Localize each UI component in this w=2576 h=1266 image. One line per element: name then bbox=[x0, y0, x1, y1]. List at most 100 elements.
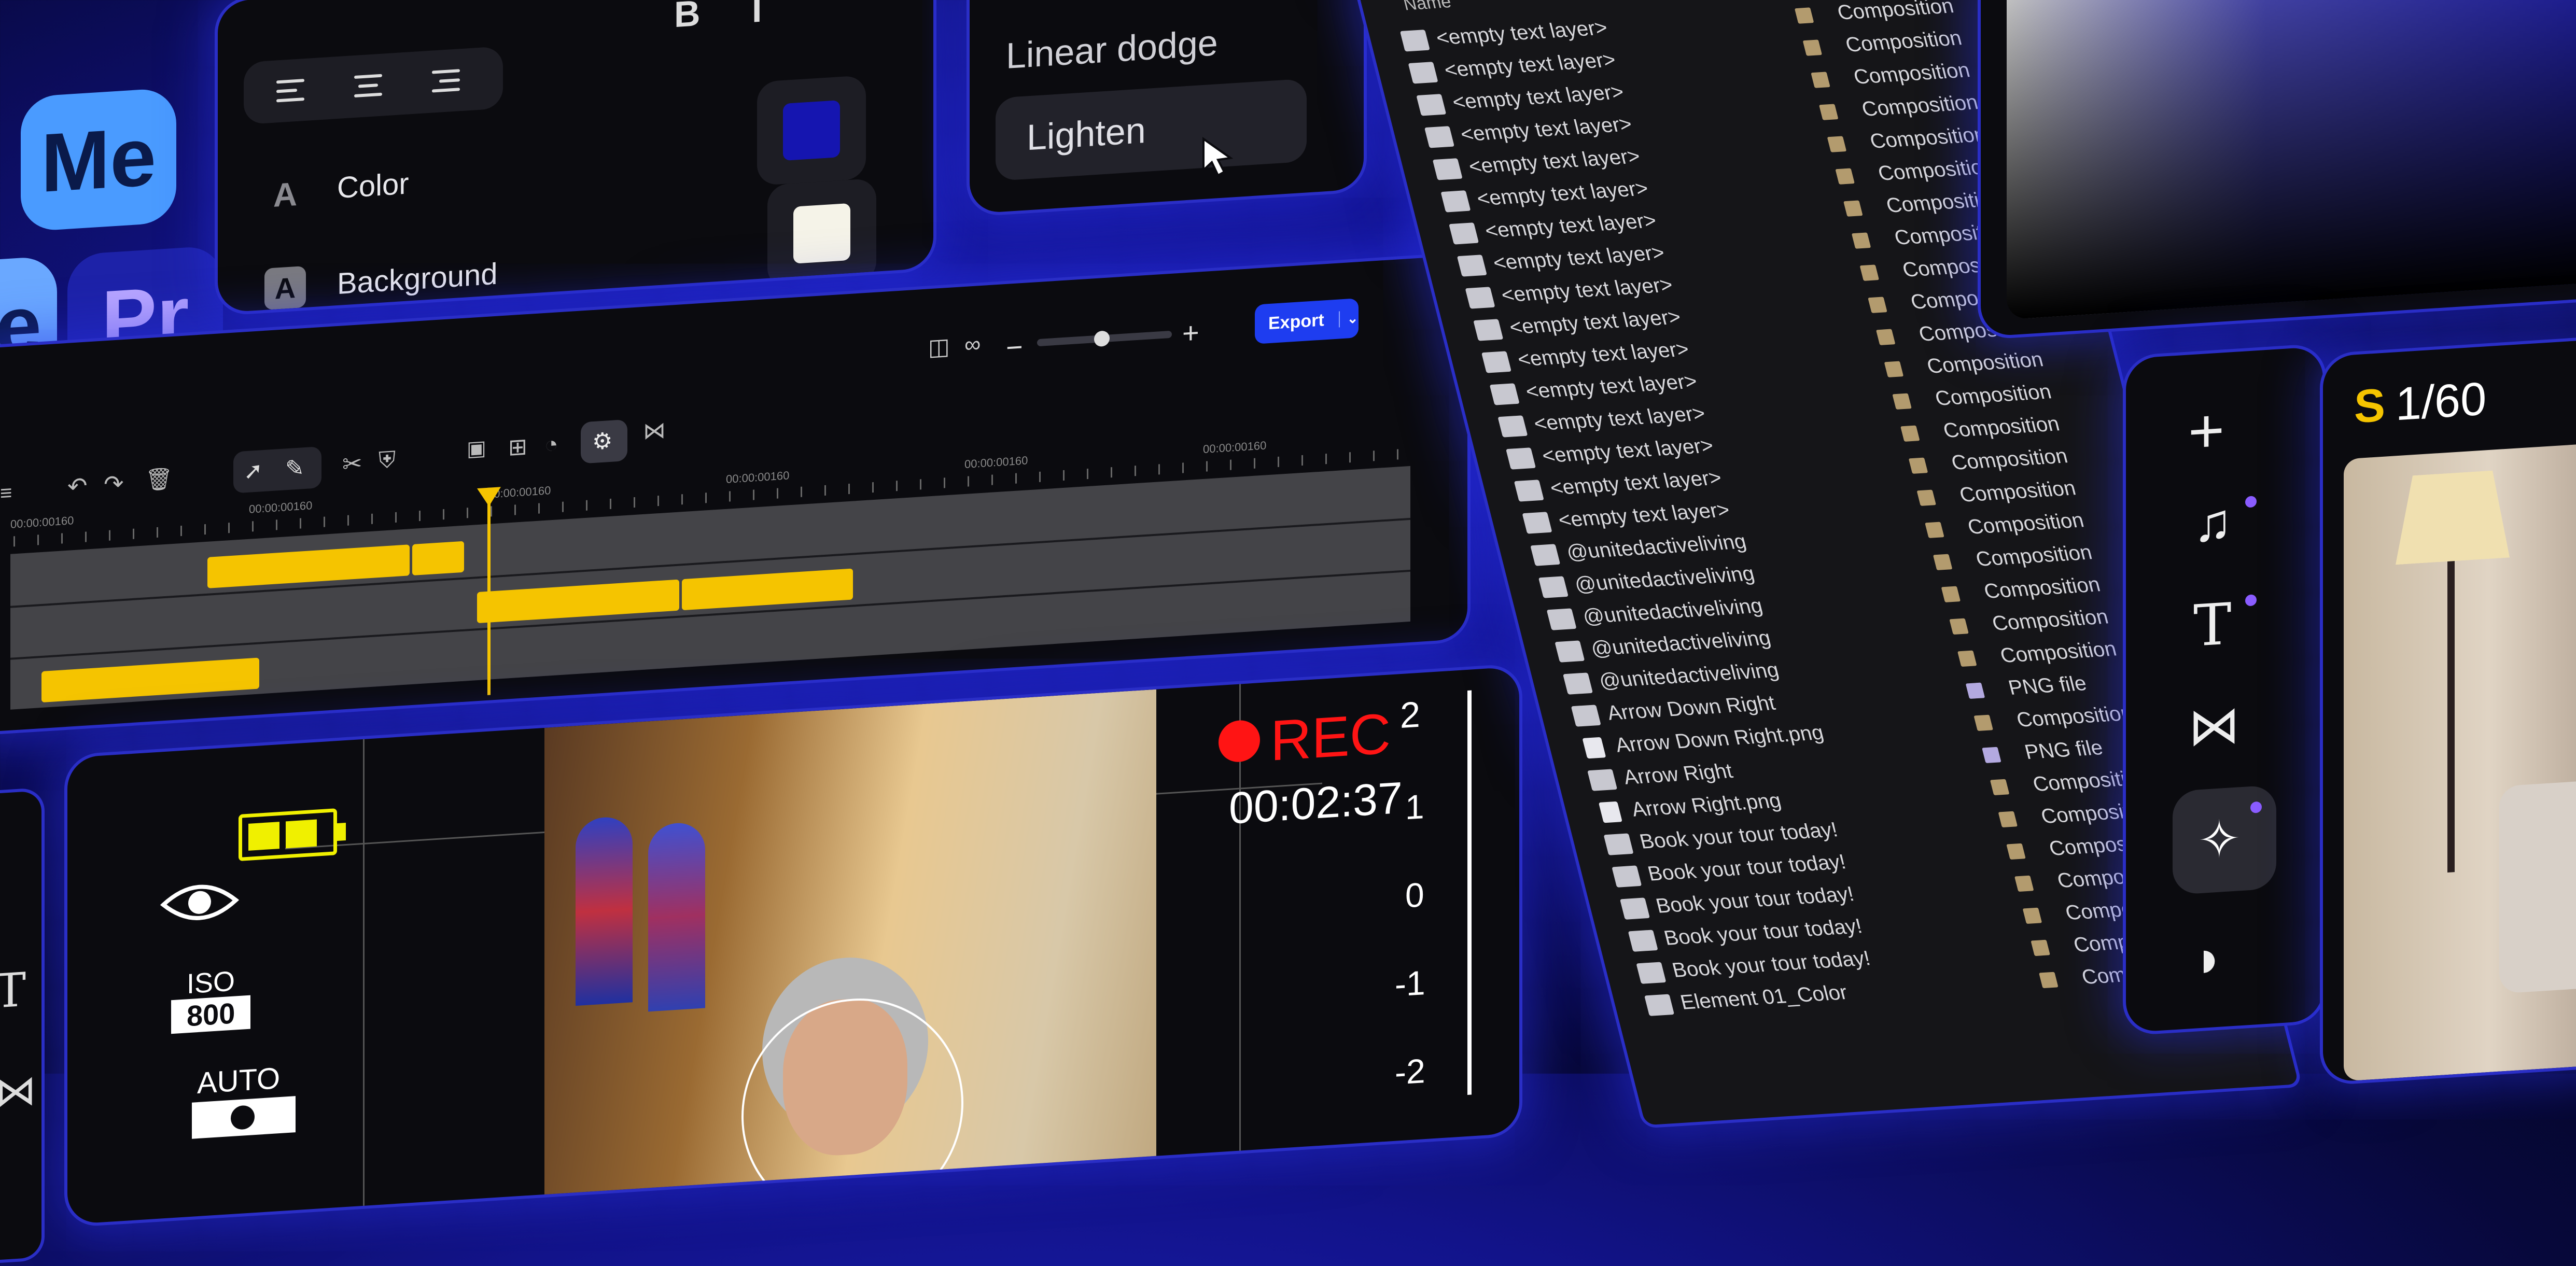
row-label-color[interactable] bbox=[1802, 39, 1823, 56]
row-thumbnail-icon bbox=[1644, 994, 1675, 1016]
export-button[interactable]: Export ⌄ bbox=[1255, 298, 1359, 344]
row-label-color[interactable] bbox=[1998, 811, 2018, 828]
zoom-out-icon[interactable]: − bbox=[1006, 330, 1023, 364]
color-gradient-field[interactable] bbox=[2007, 0, 2576, 320]
transition-tool-icon[interactable]: ⋈ bbox=[2188, 694, 2240, 757]
row-label-color[interactable] bbox=[1973, 714, 1993, 732]
shield-icon[interactable]: ⛨ bbox=[379, 447, 396, 474]
row-label-color[interactable] bbox=[1835, 168, 1855, 185]
razor-tool-icon[interactable]: ✎ bbox=[285, 455, 304, 482]
color-picker-panel bbox=[1981, 0, 2576, 337]
speed-icon[interactable]: ◔ bbox=[544, 431, 558, 458]
row-label-color[interactable] bbox=[1908, 457, 1928, 474]
snap-icon[interactable]: ◫ bbox=[928, 333, 950, 361]
media-encoder-app-icon[interactable]: Me bbox=[21, 87, 176, 232]
transition-icon[interactable]: ⋈ bbox=[643, 417, 666, 445]
undo-icon[interactable]: ↶ bbox=[67, 471, 88, 500]
row-label-color[interactable] bbox=[1957, 650, 1977, 667]
link-icon[interactable]: ∞ bbox=[964, 331, 981, 358]
clip-1b[interactable] bbox=[412, 541, 464, 575]
align-left-icon[interactable] bbox=[275, 74, 306, 107]
row-label-color[interactable] bbox=[1892, 393, 1912, 410]
row-thumbnail-icon bbox=[1399, 30, 1430, 52]
row-type: Composition bbox=[1965, 509, 2087, 539]
effects-tool-button[interactable]: ✧ bbox=[2173, 784, 2276, 895]
clip-2a[interactable] bbox=[477, 579, 679, 624]
row-label-color[interactable] bbox=[1900, 425, 1920, 442]
background-swatch-frame[interactable] bbox=[767, 178, 876, 289]
left-text-tool-icon[interactable]: T bbox=[0, 963, 26, 1019]
playhead-handle[interactable] bbox=[477, 487, 501, 508]
clip-3a[interactable] bbox=[41, 657, 259, 702]
row-label-color[interactable] bbox=[1949, 618, 1969, 635]
row-type: Composition bbox=[1949, 444, 2070, 474]
zoom-slider[interactable] bbox=[1037, 330, 1172, 347]
background-swatch bbox=[793, 203, 850, 264]
row-label-color[interactable] bbox=[2022, 907, 2042, 924]
row-label-color[interactable] bbox=[1916, 489, 1936, 506]
row-label-color[interactable] bbox=[1990, 779, 2010, 796]
row-label-color[interactable] bbox=[2014, 875, 2034, 892]
row-label-color[interactable] bbox=[1819, 104, 1839, 120]
battery-cap bbox=[335, 823, 346, 841]
music-icon[interactable]: ♫ bbox=[2193, 492, 2232, 554]
mode-indicator[interactable] bbox=[192, 1096, 296, 1139]
row-label-color[interactable] bbox=[1933, 554, 1953, 570]
row-label-color[interactable] bbox=[1851, 232, 1871, 249]
align-center-icon[interactable] bbox=[353, 69, 384, 102]
align-right-icon[interactable] bbox=[430, 64, 461, 97]
row-label-color[interactable] bbox=[1827, 136, 1847, 152]
battery-cell-1 bbox=[248, 822, 279, 851]
delete-icon[interactable]: 🗑 bbox=[145, 466, 173, 493]
cut-icon[interactable]: ✂ bbox=[342, 449, 362, 478]
row-label-color[interactable] bbox=[2031, 939, 2050, 956]
zoom-slider-knob[interactable] bbox=[1094, 330, 1110, 347]
redo-icon[interactable]: ↷ bbox=[104, 469, 124, 498]
row-type: Composition bbox=[1933, 380, 2054, 410]
row-name: <empty text layer> bbox=[1433, 16, 1610, 50]
background-color-icon: A bbox=[264, 265, 306, 310]
row-label-color[interactable] bbox=[1965, 682, 1985, 699]
project-list: <empty text layer> Composition <empty text… bbox=[1398, 0, 2200, 1016]
bold-italic-letters[interactable]: B I bbox=[674, 0, 782, 35]
row-label-color[interactable] bbox=[2039, 972, 2059, 989]
left-transition-icon[interactable]: ⋈ bbox=[0, 1066, 36, 1117]
iso-value[interactable]: 800 bbox=[171, 995, 251, 1034]
sofa bbox=[2499, 770, 2576, 994]
eye-icon[interactable] bbox=[160, 877, 240, 928]
iso-label: ISO bbox=[187, 965, 235, 1000]
row-label-color[interactable] bbox=[2006, 843, 2026, 860]
row-label-color[interactable] bbox=[1925, 522, 1944, 538]
column-name-header[interactable]: Name bbox=[1401, 0, 1453, 15]
add-icon[interactable]: + bbox=[2188, 394, 2224, 468]
menu-icon[interactable]: ≡ bbox=[0, 482, 12, 505]
text-tool-icon[interactable]: T bbox=[2193, 590, 2231, 659]
row-label-color[interactable] bbox=[1875, 329, 1896, 345]
select-tool-icon[interactable]: ➚ bbox=[244, 457, 263, 485]
level-scale bbox=[1467, 690, 1472, 1095]
playhead[interactable] bbox=[477, 487, 501, 695]
row-label-color[interactable] bbox=[1884, 361, 1904, 377]
adjust-tool-button[interactable]: ⚙ bbox=[581, 419, 627, 464]
clip-2b[interactable] bbox=[682, 568, 853, 611]
row-label-color[interactable] bbox=[1982, 747, 2001, 764]
row-label-color[interactable] bbox=[1794, 7, 1814, 24]
row-label-color[interactable] bbox=[1843, 200, 1863, 217]
row-label-color[interactable] bbox=[1941, 586, 1961, 603]
zoom-in-icon[interactable]: + bbox=[1182, 315, 1199, 350]
clip-1a[interactable] bbox=[207, 544, 410, 588]
row-label-color[interactable] bbox=[1859, 264, 1880, 281]
row-label-color[interactable] bbox=[1868, 297, 1887, 313]
crop-icon[interactable]: ⊞ bbox=[508, 433, 527, 461]
background-label: Background bbox=[337, 257, 498, 301]
caption-icon[interactable]: ▣ bbox=[467, 436, 486, 461]
blend-option-lighten-row[interactable]: Lighten bbox=[996, 78, 1307, 181]
row-label-color[interactable] bbox=[1811, 72, 1830, 88]
color-label: Color bbox=[337, 166, 409, 205]
story-s-label: S bbox=[2354, 379, 2386, 433]
color-swatch-frame[interactable] bbox=[757, 75, 866, 186]
row-thumbnail-icon bbox=[1465, 287, 1495, 309]
export-dropdown-icon[interactable]: ⌄ bbox=[1338, 310, 1359, 328]
sticker-icon[interactable]: ◗ bbox=[2193, 928, 2224, 990]
blend-option-linear-dodge[interactable]: Linear dodge bbox=[1006, 22, 1218, 77]
